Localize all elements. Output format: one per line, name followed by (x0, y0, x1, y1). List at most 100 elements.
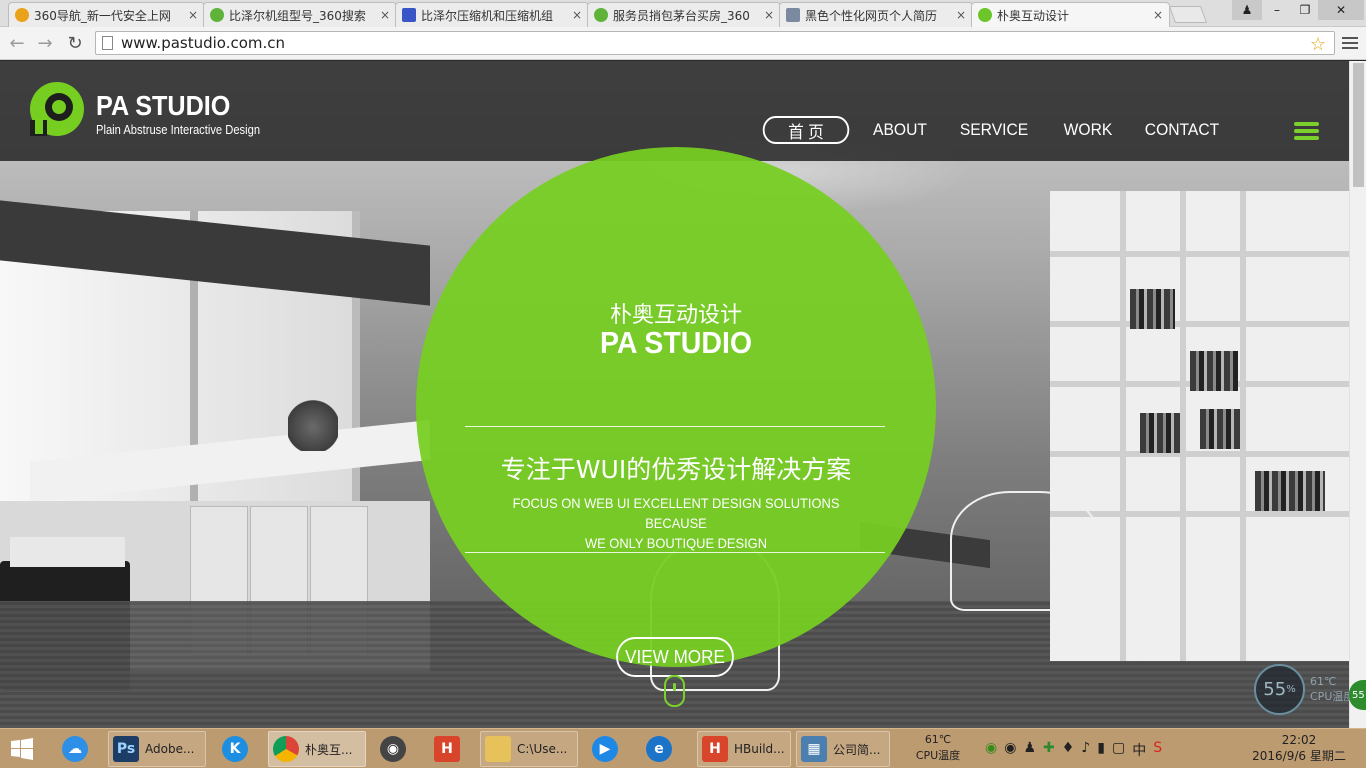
folder-icon (485, 736, 511, 762)
nav-item-contact[interactable]: CONTACT (1145, 116, 1219, 144)
close-window-button[interactable]: ✕ (1318, 0, 1364, 20)
windows-taskbar: ☁ Ps Adobe... K 朴奥互... ◉ H C:\Use... ▶ e… (0, 728, 1366, 768)
windows-start-icon[interactable] (10, 731, 40, 767)
browser-tab[interactable]: 服务员捎包茅台买房_360 × (587, 2, 781, 27)
gauge-percent: 55 (1263, 679, 1287, 700)
background-chair (950, 491, 1100, 611)
browser-tab[interactable]: 比泽尔压缩机和压缩机组 × (395, 2, 589, 27)
ime-indicator[interactable]: 中 (1132, 740, 1146, 760)
clock-date: 2016/9/6 星期二 (1252, 749, 1346, 763)
taskbar-item-photoshop[interactable]: Ps Adobe... (108, 731, 206, 767)
internet-explorer-icon[interactable]: e (646, 731, 680, 767)
new-tab-button[interactable] (1168, 6, 1208, 23)
scroll-down-mouse-icon[interactable] (664, 675, 685, 707)
hero-en-title: PA STUDIO (599, 325, 753, 360)
bookmark-star-icon[interactable]: ☆ (1310, 34, 1326, 55)
shelf-board (1120, 191, 1126, 661)
user-profile-icon[interactable]: ♟ (1232, 0, 1262, 20)
kugou-icon[interactable]: K (222, 731, 256, 767)
background-books (1255, 471, 1325, 511)
background-books (1200, 409, 1240, 449)
tab-favicon-icon (402, 8, 416, 22)
tab-close-icon[interactable]: × (380, 8, 390, 22)
maximize-button[interactable]: ❐ (1290, 0, 1320, 20)
forward-arrow-icon[interactable]: → (34, 32, 56, 54)
view-more-button[interactable]: VIEW MORE (616, 637, 734, 677)
browser-menu-icon[interactable] (1340, 33, 1360, 53)
gauge-label: CPU温度 (1310, 690, 1355, 703)
tab-close-icon[interactable]: × (1153, 8, 1163, 22)
tray-cpu-temp[interactable]: 61℃ CPU温度 (906, 732, 970, 764)
tab-title: 服务员捎包茅台买房_360 (613, 8, 750, 23)
tray-user-icon[interactable]: ♟ (1023, 740, 1036, 760)
clock-time: 22:02 (1281, 733, 1317, 747)
chrome-icon (273, 736, 299, 762)
browser-tab[interactable]: 比泽尔机组型号_360搜索 × (203, 2, 397, 27)
shelf-board (1050, 451, 1349, 457)
tab-close-icon[interactable]: × (764, 8, 774, 22)
tab-title: 比泽尔压缩机和压缩机组 (421, 8, 554, 23)
back-arrow-icon[interactable]: ← (6, 32, 28, 54)
taskbar-clock[interactable]: 22:02 2016/9/6 星期二 (1246, 732, 1352, 764)
tab-close-icon[interactable]: × (188, 8, 198, 22)
tray-shield-icon[interactable]: ♦ (1062, 740, 1075, 760)
video-player-icon[interactable]: ◉ (380, 731, 414, 767)
taskbar-item-hbuilder[interactable]: H HBuild... (697, 731, 791, 767)
nav-item-service[interactable]: SERVICE (960, 116, 1028, 144)
page-scrollbar[interactable] (1349, 61, 1366, 728)
browser-tab-strip: 360导航_新一代安全上网 × 比泽尔机组型号_360搜索 × 比泽尔压缩机和压… (0, 0, 1366, 27)
shelf-board (1050, 321, 1349, 327)
background-books (1140, 413, 1180, 453)
taskbar-item-label: HBuild... (734, 742, 785, 756)
url-input[interactable] (121, 34, 1301, 52)
baidu-cloud-icon[interactable]: ☁ (62, 731, 96, 767)
sogou-input-icon[interactable]: S (1153, 740, 1162, 760)
hero-slogan: 专注于WUI的优秀设计解决方案 (500, 455, 852, 484)
network-signal-icon[interactable]: ▮ (1097, 740, 1105, 760)
tray-app-icon[interactable]: ◉ (1004, 740, 1016, 760)
scrollbar-thumb[interactable] (1353, 63, 1364, 187)
system-tray: ◉ ◉ ♟ ✚ ♦ ♪ ▮ ▢ 中 S (985, 740, 1162, 760)
nav-item-work[interactable]: WORK (1062, 116, 1114, 144)
nav-item-about[interactable]: ABOUT (872, 116, 927, 144)
tab-favicon-icon (594, 8, 608, 22)
taskbar-item-explorer[interactable]: C:\Use... (480, 731, 578, 767)
tray-temp-value: 61℃ (924, 733, 952, 746)
minimize-button[interactable]: – (1262, 0, 1292, 20)
taskbar-item-chrome[interactable]: 朴奥互... (268, 731, 366, 767)
nav-item-home[interactable]: 首 页 (762, 116, 850, 144)
notification-icon[interactable]: ▢ (1112, 740, 1125, 760)
media-player-icon[interactable]: ▶ (592, 731, 626, 767)
hero-circle: 朴奥互动设计 PA STUDIO 专注于WUI的优秀设计解决方案 FOCUS O… (416, 147, 936, 677)
pa-logo-icon[interactable] (28, 80, 86, 138)
browser-toolbar: ← → ↻ ☆ (0, 27, 1366, 60)
tray-security-icon[interactable]: ✚ (1043, 740, 1055, 760)
brand-name[interactable]: PA STUDIO (96, 90, 230, 122)
taskbar-item-label: 公司简... (833, 742, 881, 757)
volume-icon[interactable]: ♪ (1081, 740, 1090, 760)
browser-tab-active[interactable]: 朴奥互动设计 × (971, 2, 1170, 27)
shelf-board (1050, 251, 1349, 257)
hero-divider (465, 426, 885, 427)
browser-tab[interactable]: 黑色个性化网页个人简历 × (779, 2, 973, 27)
background-books (1130, 289, 1175, 329)
tab-title: 360导航_新一代安全上网 (34, 8, 171, 23)
performance-gauge[interactable]: 55% (1254, 664, 1305, 715)
address-bar[interactable]: ☆ (95, 31, 1335, 55)
tab-title: 朴奥互动设计 (997, 8, 1070, 23)
photoshop-icon: Ps (113, 736, 139, 762)
reload-icon[interactable]: ↻ (64, 32, 86, 54)
hamburger-menu-icon[interactable] (1294, 122, 1319, 140)
tab-favicon-icon (786, 8, 800, 22)
tab-close-icon[interactable]: × (956, 8, 966, 22)
tab-close-icon[interactable]: × (572, 8, 582, 22)
wifi-icon[interactable]: ◉ (985, 740, 997, 760)
hero-subtitle: FOCUS ON WEB UI EXCELLENT DESIGN SOLUTIO… (501, 493, 851, 553)
hbuilder-icon[interactable]: H (434, 731, 468, 767)
browser-tab[interactable]: 360导航_新一代安全上网 × (8, 2, 205, 27)
document-icon: ▦ (801, 736, 827, 762)
taskbar-item-document[interactable]: ▦ 公司简... (796, 731, 890, 767)
page-icon (102, 36, 113, 50)
taskbar-item-label: C:\Use... (517, 742, 568, 756)
gauge-side-readout: 61℃ CPU温度 (1310, 674, 1354, 704)
